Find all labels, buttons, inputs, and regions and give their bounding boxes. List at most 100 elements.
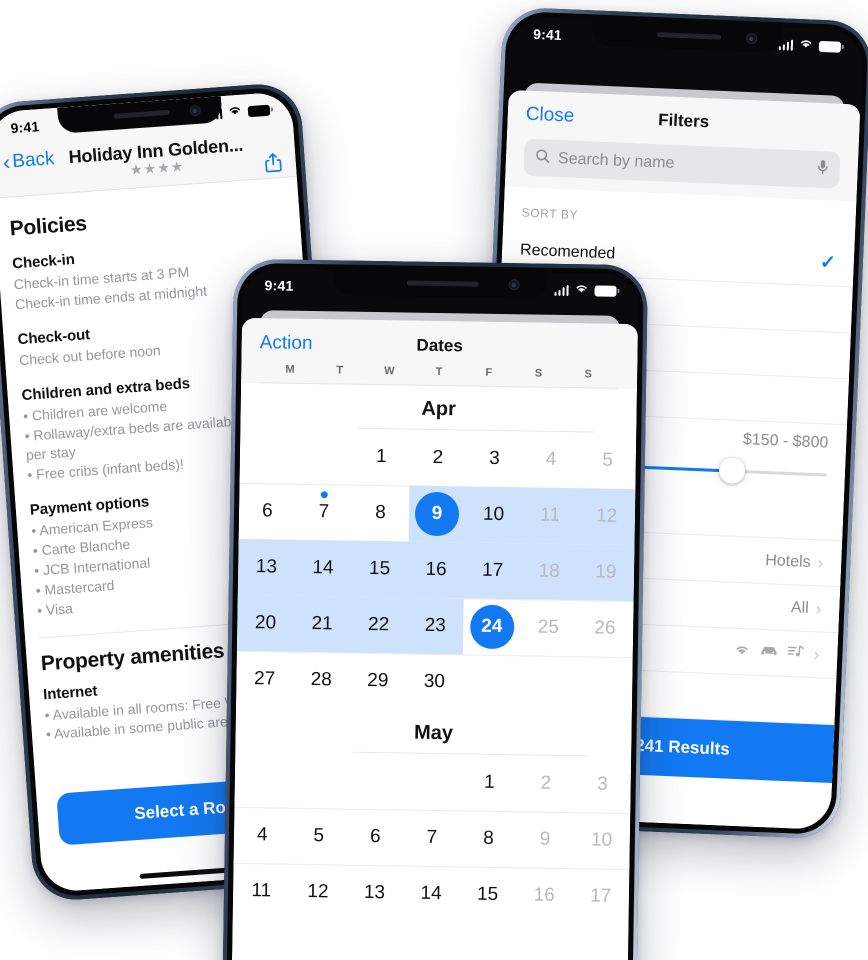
earpiece-speaker — [406, 280, 480, 287]
calendar-day-14[interactable]: 14 — [402, 866, 459, 923]
calendar-day-label: 8 — [374, 502, 386, 524]
calendar-day-3[interactable]: 3 — [466, 430, 523, 487]
calendar-day-label: 26 — [594, 617, 616, 639]
calendar-day-label: 22 — [367, 613, 390, 636]
calendar-week-row: 6 7 8 9 10 11 12 — [239, 483, 636, 546]
calendar-day-label: 7 — [426, 826, 438, 849]
calendar-day-3[interactable]: 3 — [574, 756, 631, 813]
calendar-day-10[interactable]: 10 — [465, 486, 522, 543]
today-dot-icon — [320, 491, 328, 499]
search-placeholder: Search by name — [557, 149, 675, 172]
calendar-day-9[interactable]: 9 — [408, 486, 465, 543]
wifi-icon — [798, 36, 815, 55]
calendar-week-row: 20 21 22 23 24 25 26 — [236, 594, 634, 657]
calendar-day-label: 28 — [310, 669, 332, 691]
calendar-day-label: 6 — [261, 500, 273, 522]
calendar-day-19[interactable]: 19 — [577, 544, 634, 601]
wifi-icon — [733, 642, 751, 661]
calendar-day-2[interactable]: 2 — [409, 430, 466, 487]
calendar-day-22[interactable]: 22 — [350, 597, 407, 654]
calendar-day-4[interactable]: 4 — [522, 431, 579, 488]
calendar-day-11[interactable]: 11 — [233, 863, 290, 920]
month-label-Apr: Apr — [421, 397, 457, 421]
calendar-day-17[interactable]: 17 — [572, 868, 629, 925]
calendar-day-label: 2 — [432, 446, 444, 469]
calendar-day-label: 1 — [375, 446, 387, 468]
filters-header: Close Filters Search by name — [504, 89, 861, 202]
calendar-day-6[interactable]: 6 — [239, 483, 296, 540]
car-icon — [759, 643, 779, 662]
weekday-6: S — [584, 368, 593, 381]
calendar-day-5[interactable]: 5 — [290, 808, 347, 865]
calendar-day-label: 15 — [368, 557, 391, 580]
calendar-day-10[interactable]: 10 — [573, 812, 630, 869]
calendar-day-13[interactable]: 13 — [238, 539, 295, 596]
calendar-day-label: 5 — [602, 449, 614, 471]
chevron-right-icon: › — [815, 598, 822, 618]
calendar-day-9[interactable]: 9 — [516, 811, 573, 868]
calendar-day-label: 13 — [255, 556, 278, 578]
calendar-day-11[interactable]: 11 — [521, 487, 578, 544]
calendar-day-20[interactable]: 20 — [237, 595, 294, 652]
calendar-day-15[interactable]: 15 — [459, 866, 516, 923]
calendar-week-row: 1 2 3 — [234, 751, 631, 813]
calendar-day-29[interactable]: 29 — [349, 653, 406, 710]
calendar-day-8[interactable]: 8 — [352, 485, 409, 542]
slider-knob[interactable] — [718, 457, 746, 485]
calendar-day-26[interactable]: 26 — [576, 600, 633, 657]
dates-screen: 9:41 Action Dates MTWTFSS Apr 1 2 3 4 5 … — [231, 267, 639, 960]
microphone-icon[interactable] — [816, 159, 829, 180]
calendar-day-12[interactable]: 12 — [289, 864, 346, 921]
page-title: Dates — [416, 335, 463, 356]
weekday-1: T — [336, 364, 344, 377]
calendar-day-label: 3 — [488, 447, 500, 469]
calendar-day-16[interactable]: 16 — [515, 867, 572, 924]
calendar-day-label: 9 — [539, 828, 551, 850]
calendar-day-label: 15 — [476, 883, 499, 906]
front-camera-icon — [746, 32, 758, 45]
chevron-right-icon: › — [817, 552, 824, 572]
chevron-left-icon: ‹ — [2, 148, 12, 175]
calendar-day-25[interactable]: 25 — [520, 599, 577, 656]
calendar-day-label: 11 — [540, 504, 561, 526]
calendar-day-18[interactable]: 18 — [521, 543, 578, 600]
calendar-day-16[interactable]: 16 — [407, 542, 464, 599]
calendar-day-24[interactable]: 24 — [463, 598, 520, 655]
calendar-day-17[interactable]: 17 — [464, 542, 521, 599]
calendar-day-1[interactable]: 1 — [461, 754, 518, 811]
dates-header: Action Dates MTWTFSS — [241, 317, 639, 390]
calendar-day-23[interactable]: 23 — [407, 598, 464, 655]
calendar-day-1[interactable]: 1 — [353, 429, 410, 486]
dates-sheet: Action Dates MTWTFSS Apr 1 2 3 4 5 6 7 8 9 10 11 12 1… — [231, 317, 639, 960]
calendar-day-label: 20 — [254, 612, 277, 634]
calendar-day-28[interactable]: 28 — [293, 652, 350, 709]
calendar-day-2[interactable]: 2 — [517, 755, 574, 812]
calendar-day-label: 10 — [590, 829, 613, 851]
calendar-day-7[interactable]: 7 — [295, 484, 352, 541]
calendar-day-27[interactable]: 27 — [236, 651, 293, 708]
page-title: Filters — [657, 110, 710, 132]
calendar-day-7[interactable]: 7 — [403, 810, 460, 867]
calendar-day-label: 9 — [414, 491, 460, 537]
calendar-day-4[interactable]: 4 — [234, 807, 291, 864]
calendar-day-label: 18 — [538, 560, 560, 582]
calendar-day-label: 5 — [313, 825, 325, 847]
calendar-day-15[interactable]: 15 — [351, 541, 408, 598]
calendar-day-label: 27 — [253, 668, 276, 690]
calendar-day-6[interactable]: 6 — [347, 809, 404, 866]
search-input[interactable]: Search by name — [523, 138, 841, 189]
calendar-day-21[interactable]: 21 — [293, 596, 350, 653]
calendar-day-30[interactable]: 30 — [406, 654, 463, 711]
notch — [591, 19, 783, 54]
calendar-day-8[interactable]: 8 — [460, 810, 517, 867]
share-icon[interactable] — [264, 152, 283, 178]
calendar-week-row: 1 2 3 4 5 — [239, 427, 636, 489]
calendar-day-label: 4 — [256, 824, 268, 846]
calendar-day-label: 8 — [483, 827, 494, 849]
calendar-day-12[interactable]: 12 — [578, 488, 635, 545]
calendar-day-5[interactable]: 5 — [579, 432, 636, 489]
calendar-day-13[interactable]: 13 — [346, 865, 403, 922]
calendar-day-14[interactable]: 14 — [294, 540, 351, 597]
calendar-week-row: 27 28 29 30 — [236, 651, 633, 713]
calendar-day-label: 25 — [537, 616, 560, 638]
